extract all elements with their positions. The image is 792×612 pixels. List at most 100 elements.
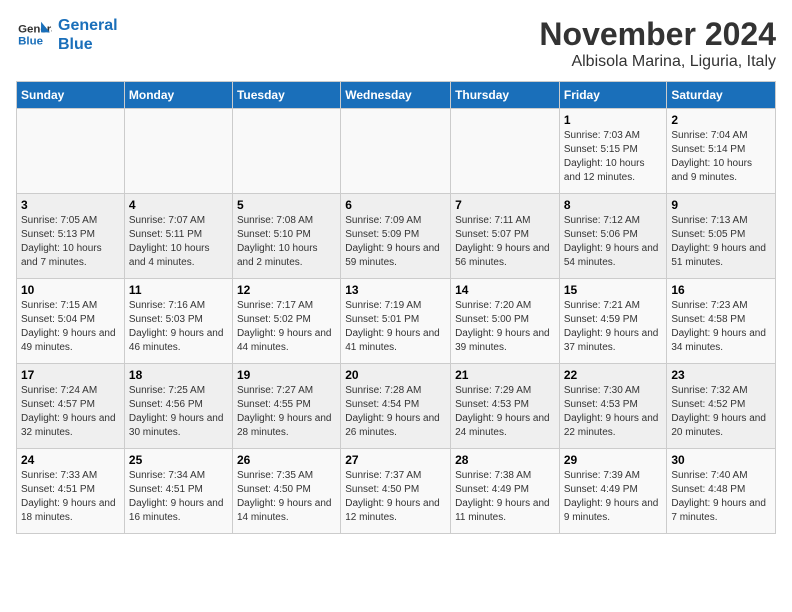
calendar-cell: [451, 109, 560, 194]
day-info: Sunrise: 7:23 AM Sunset: 4:58 PM Dayligh…: [671, 299, 771, 355]
day-number: 27: [345, 453, 446, 467]
day-number: 14: [455, 283, 555, 297]
calendar-cell: 24Sunrise: 7:33 AM Sunset: 4:51 PM Dayli…: [17, 449, 125, 534]
calendar-cell: 11 Sunrise: 7:16 AM Sunset: 5:03 PM Dayli…: [124, 279, 232, 364]
day-number: 5: [237, 198, 336, 212]
day-number: 29: [564, 453, 663, 467]
calendar-cell: [124, 109, 232, 194]
day-info: Sunrise: 7:32 AM Sunset: 4:52 PM Dayligh…: [671, 384, 771, 440]
day-info: Sunrise: 7:21 AM Sunset: 4:59 PM Dayligh…: [564, 299, 663, 355]
day-info: Sunrise: 7:24 AM Sunset: 4:57 PM Dayligh…: [21, 384, 120, 440]
calendar-week-row: 10 Sunrise: 7:15 AM Sunset: 5:04 PM Dayli…: [17, 279, 776, 364]
calendar-cell: 4 Sunrise: 7:07 AM Sunset: 5:11 PM Daylig…: [124, 194, 232, 279]
day-info: Sunrise: 7:19 AM Sunset: 5:01 PM Dayligh…: [345, 299, 446, 355]
weekday-header: Thursday: [451, 82, 560, 109]
calendar-table: SundayMondayTuesdayWednesdayThursdayFrid…: [16, 81, 776, 534]
weekday-header-row: SundayMondayTuesdayWednesdayThursdayFrid…: [17, 82, 776, 109]
day-number: 6: [345, 198, 446, 212]
day-number: 26: [237, 453, 336, 467]
day-number: 11: [129, 283, 228, 297]
calendar-cell: 3 Sunrise: 7:05 AM Sunset: 5:13 PM Daylig…: [17, 194, 125, 279]
weekday-header: Friday: [559, 82, 667, 109]
calendar-cell: 17 Sunrise: 7:24 AM Sunset: 4:57 PM Dayli…: [17, 364, 125, 449]
day-number: 19: [237, 368, 336, 382]
day-number: 20: [345, 368, 446, 382]
calendar-cell: 8Sunrise: 7:12 AM Sunset: 5:06 PM Daylig…: [559, 194, 667, 279]
calendar-cell: 10 Sunrise: 7:15 AM Sunset: 5:04 PM Dayli…: [17, 279, 125, 364]
calendar-cell: 9Sunrise: 7:13 AM Sunset: 5:05 PM Daylig…: [667, 194, 776, 279]
day-number: 28: [455, 453, 555, 467]
calendar-cell: [232, 109, 340, 194]
day-number: 15: [564, 283, 663, 297]
calendar-cell: 1Sunrise: 7:03 AM Sunset: 5:15 PM Daylig…: [559, 109, 667, 194]
day-info: Sunrise: 7:11 AM Sunset: 5:07 PM Dayligh…: [455, 214, 555, 270]
day-info: Sunrise: 7:08 AM Sunset: 5:10 PM Dayligh…: [237, 214, 336, 270]
calendar-cell: 19 Sunrise: 7:27 AM Sunset: 4:55 PM Dayli…: [232, 364, 340, 449]
calendar-cell: 7 Sunrise: 7:11 AM Sunset: 5:07 PM Daylig…: [451, 194, 560, 279]
calendar-week-row: 17 Sunrise: 7:24 AM Sunset: 4:57 PM Dayli…: [17, 364, 776, 449]
weekday-header: Saturday: [667, 82, 776, 109]
location-title: Albisola Marina, Liguria, Italy: [539, 53, 776, 71]
svg-text:Blue: Blue: [18, 36, 43, 48]
title-area: November 2024 Albisola Marina, Liguria, …: [539, 16, 776, 71]
day-number: 18: [129, 368, 228, 382]
day-info: Sunrise: 7:34 AM Sunset: 4:51 PM Dayligh…: [129, 469, 228, 525]
day-number: 25: [129, 453, 228, 467]
day-info: Sunrise: 7:35 AM Sunset: 4:50 PM Dayligh…: [237, 469, 336, 525]
calendar-cell: 13 Sunrise: 7:19 AM Sunset: 5:01 PM Dayli…: [341, 279, 451, 364]
day-info: Sunrise: 7:39 AM Sunset: 4:49 PM Dayligh…: [564, 469, 663, 525]
calendar-cell: 6Sunrise: 7:09 AM Sunset: 5:09 PM Daylig…: [341, 194, 451, 279]
day-number: 17: [21, 368, 120, 382]
day-number: 4: [129, 198, 228, 212]
month-title: November 2024: [539, 16, 776, 53]
weekday-header: Sunday: [17, 82, 125, 109]
calendar-cell: 26 Sunrise: 7:35 AM Sunset: 4:50 PM Dayli…: [232, 449, 340, 534]
calendar-cell: 5 Sunrise: 7:08 AM Sunset: 5:10 PM Daylig…: [232, 194, 340, 279]
calendar-cell: [17, 109, 125, 194]
day-info: Sunrise: 7:05 AM Sunset: 5:13 PM Dayligh…: [21, 214, 120, 270]
day-info: Sunrise: 7:07 AM Sunset: 5:11 PM Dayligh…: [129, 214, 228, 270]
day-info: Sunrise: 7:15 AM Sunset: 5:04 PM Dayligh…: [21, 299, 120, 355]
day-number: 12: [237, 283, 336, 297]
day-number: 13: [345, 283, 446, 297]
calendar-cell: 30Sunrise: 7:40 AM Sunset: 4:48 PM Dayli…: [667, 449, 776, 534]
calendar-cell: 22Sunrise: 7:30 AM Sunset: 4:53 PM Dayli…: [559, 364, 667, 449]
calendar-cell: 21Sunrise: 7:29 AM Sunset: 4:53 PM Dayli…: [451, 364, 560, 449]
day-info: Sunrise: 7:20 AM Sunset: 5:00 PM Dayligh…: [455, 299, 555, 355]
calendar-cell: 14 Sunrise: 7:20 AM Sunset: 5:00 PM Dayli…: [451, 279, 560, 364]
logo: General Blue GeneralBlue: [16, 16, 118, 54]
calendar-week-row: 1Sunrise: 7:03 AM Sunset: 5:15 PM Daylig…: [17, 109, 776, 194]
calendar-cell: 2Sunrise: 7:04 AM Sunset: 5:14 PM Daylig…: [667, 109, 776, 194]
day-info: Sunrise: 7:37 AM Sunset: 4:50 PM Dayligh…: [345, 469, 446, 525]
day-number: 24: [21, 453, 120, 467]
day-info: Sunrise: 7:30 AM Sunset: 4:53 PM Dayligh…: [564, 384, 663, 440]
calendar-cell: 23 Sunrise: 7:32 AM Sunset: 4:52 PM Dayli…: [667, 364, 776, 449]
day-info: Sunrise: 7:38 AM Sunset: 4:49 PM Dayligh…: [455, 469, 555, 525]
day-info: Sunrise: 7:29 AM Sunset: 4:53 PM Dayligh…: [455, 384, 555, 440]
day-info: Sunrise: 7:17 AM Sunset: 5:02 PM Dayligh…: [237, 299, 336, 355]
day-info: Sunrise: 7:16 AM Sunset: 5:03 PM Dayligh…: [129, 299, 228, 355]
day-number: 8: [564, 198, 663, 212]
weekday-header: Wednesday: [341, 82, 451, 109]
day-number: 7: [455, 198, 555, 212]
calendar-week-row: 24Sunrise: 7:33 AM Sunset: 4:51 PM Dayli…: [17, 449, 776, 534]
day-info: Sunrise: 7:28 AM Sunset: 4:54 PM Dayligh…: [345, 384, 446, 440]
logo-text: GeneralBlue: [58, 16, 118, 54]
calendar-cell: 20 Sunrise: 7:28 AM Sunset: 4:54 PM Dayli…: [341, 364, 451, 449]
calendar-cell: 12 Sunrise: 7:17 AM Sunset: 5:02 PM Dayli…: [232, 279, 340, 364]
calendar-cell: [341, 109, 451, 194]
calendar-cell: 18 Sunrise: 7:25 AM Sunset: 4:56 PM Dayli…: [124, 364, 232, 449]
day-number: 23: [671, 368, 771, 382]
day-info: Sunrise: 7:25 AM Sunset: 4:56 PM Dayligh…: [129, 384, 228, 440]
day-number: 10: [21, 283, 120, 297]
day-number: 3: [21, 198, 120, 212]
day-info: Sunrise: 7:13 AM Sunset: 5:05 PM Dayligh…: [671, 214, 771, 270]
header: General Blue GeneralBlue November 2024 A…: [16, 16, 776, 71]
weekday-header: Monday: [124, 82, 232, 109]
day-info: Sunrise: 7:04 AM Sunset: 5:14 PM Dayligh…: [671, 129, 771, 185]
day-info: Sunrise: 7:27 AM Sunset: 4:55 PM Dayligh…: [237, 384, 336, 440]
calendar-week-row: 3 Sunrise: 7:05 AM Sunset: 5:13 PM Daylig…: [17, 194, 776, 279]
calendar-cell: 16 Sunrise: 7:23 AM Sunset: 4:58 PM Dayli…: [667, 279, 776, 364]
day-info: Sunrise: 7:03 AM Sunset: 5:15 PM Dayligh…: [564, 129, 663, 185]
day-number: 16: [671, 283, 771, 297]
